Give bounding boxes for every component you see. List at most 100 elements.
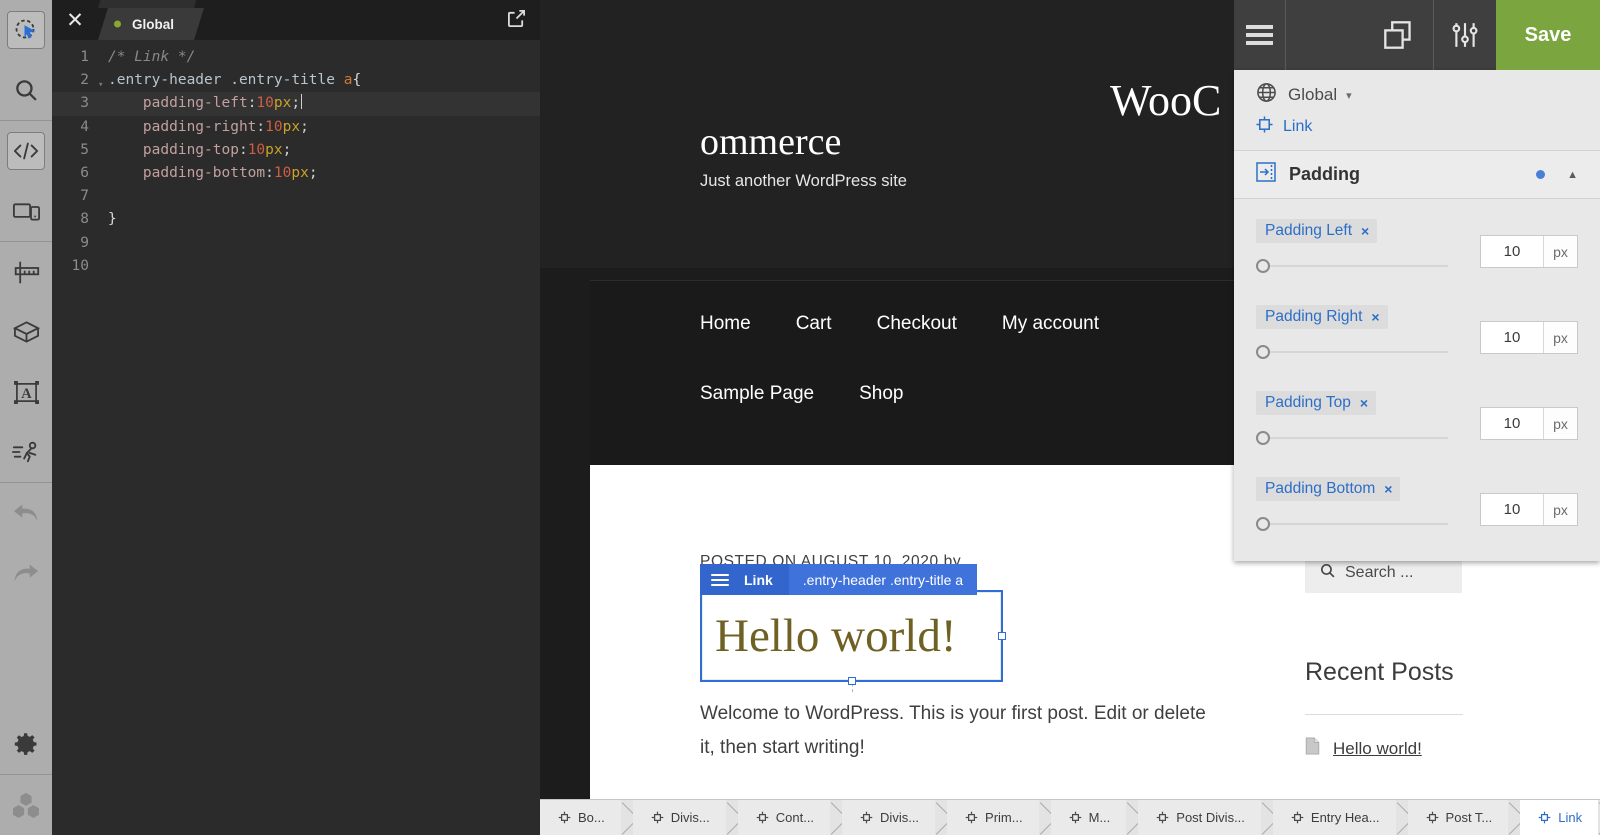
responsive-tool[interactable] <box>0 181 52 241</box>
breadcrumb-item[interactable]: Prim... <box>947 800 1039 835</box>
slider[interactable] <box>1256 517 1448 531</box>
module-selection-toolbar[interactable]: Link .entry-header .entry-title a <box>700 564 977 595</box>
code-line[interactable]: 3 padding-left:10px; <box>52 92 540 115</box>
slider-track[interactable] <box>1256 265 1448 267</box>
slider-track[interactable] <box>1256 437 1448 439</box>
breadcrumb[interactable]: Bo... Divis... Cont... Divis... Prim... M... P… <box>540 799 1600 835</box>
scope-selector[interactable]: Global ▾ <box>1234 70 1600 114</box>
breadcrumb-item[interactable]: Bo... <box>540 800 621 835</box>
hamburger-icon[interactable] <box>700 564 740 595</box>
settings-body: Global ▾ Link <box>1234 70 1600 561</box>
code-editor-content[interactable]: 1/* Link */2▾.entry-header .entry-title … <box>52 40 540 835</box>
remove-property-icon[interactable]: × <box>1384 481 1392 497</box>
slider-knob[interactable] <box>1256 259 1270 273</box>
remove-property-icon[interactable]: × <box>1360 395 1368 411</box>
nav-item-my-account[interactable]: My account <box>1002 313 1099 335</box>
code-line[interactable]: 7 <box>52 185 540 208</box>
code-line[interactable]: 1/* Link */ <box>52 46 540 69</box>
modules-tool[interactable] <box>0 775 52 835</box>
code-line[interactable]: 6 padding-bottom:10px; <box>52 162 540 185</box>
settings-toolbar[interactable]: Save <box>1234 0 1600 70</box>
settings-tool[interactable] <box>0 714 52 774</box>
code-tab-global[interactable]: Global <box>98 8 204 40</box>
code-tool[interactable] <box>0 121 52 181</box>
code-fold-marker[interactable]: ▾ <box>98 69 108 92</box>
slider-knob[interactable] <box>1256 345 1270 359</box>
chevron-down-icon[interactable]: ▾ <box>1346 89 1352 102</box>
code-line[interactable]: 2▾.entry-header .entry-title a{ <box>52 69 540 92</box>
breadcrumb-item[interactable]: Divis... <box>842 800 935 835</box>
module-settings-panel[interactable]: Save Global ▾ <box>1210 0 1600 561</box>
ruler-tool[interactable] <box>0 242 52 302</box>
nav-item-shop[interactable]: Shop <box>859 383 903 405</box>
slider[interactable] <box>1256 345 1448 359</box>
code-line[interactable]: 4 padding-right:10px; <box>52 116 540 139</box>
code-line[interactable]: 9 <box>52 232 540 255</box>
slider[interactable] <box>1256 259 1448 273</box>
remove-property-icon[interactable]: × <box>1361 223 1369 239</box>
animation-tool[interactable] <box>0 422 52 482</box>
slider-knob[interactable] <box>1256 517 1270 531</box>
css-code-editor[interactable]: ✕ SingleGlobal 1/* Link */2▾.entry-heade… <box>52 0 540 835</box>
close-icon[interactable]: ✕ <box>52 0 98 40</box>
breadcrumb-label: Link <box>1558 810 1582 825</box>
undo-tool[interactable] <box>0 483 52 543</box>
value-input[interactable]: 10 <box>1481 408 1543 439</box>
nav-item-checkout[interactable]: Checkout <box>877 313 957 335</box>
code-line[interactable]: 10 <box>52 255 540 278</box>
unit-selector[interactable]: px <box>1543 408 1577 439</box>
slider[interactable] <box>1256 431 1448 445</box>
breadcrumb-label: Bo... <box>578 810 605 825</box>
list-item[interactable]: Hello world! <box>1305 737 1422 760</box>
typography-tool[interactable]: A <box>0 362 52 422</box>
code-tab-single[interactable]: Single <box>98 0 204 8</box>
module-name-row[interactable]: Link <box>1234 114 1600 150</box>
save-button[interactable]: Save <box>1496 0 1600 70</box>
modified-indicator-dot <box>1536 170 1545 179</box>
breadcrumb-item[interactable]: Divis... <box>633 800 726 835</box>
wireframe-tool[interactable] <box>0 302 52 362</box>
value-input[interactable]: 10 <box>1481 494 1543 525</box>
unit-selector[interactable]: px <box>1543 322 1577 353</box>
code-tab-label: Global <box>132 17 174 32</box>
nav-item-home[interactable]: Home <box>700 313 751 335</box>
breadcrumb-item[interactable]: Entry Hea... <box>1273 800 1396 835</box>
slider-track[interactable] <box>1256 351 1448 353</box>
line-number: 2 <box>52 69 98 92</box>
code-editor-tabs[interactable]: SingleGlobal <box>98 0 200 40</box>
value-input[interactable]: 10 <box>1481 322 1543 353</box>
select-tool[interactable] <box>0 0 52 60</box>
unit-selector[interactable]: px <box>1543 494 1577 525</box>
breadcrumb-item[interactable]: Post Divis... <box>1138 800 1261 835</box>
gear-icon <box>12 730 40 758</box>
redo-tool[interactable] <box>0 543 52 603</box>
unit-selector[interactable]: px <box>1543 236 1577 267</box>
slider-knob[interactable] <box>1256 431 1270 445</box>
line-number: 10 <box>52 255 98 278</box>
breadcrumb-item[interactable]: Cont... <box>738 800 830 835</box>
breadcrumb-item[interactable]: Post T... <box>1408 800 1509 835</box>
external-link-icon[interactable] <box>507 9 526 33</box>
search-tool[interactable] <box>0 60 52 120</box>
nav-item-cart[interactable]: Cart <box>796 313 832 335</box>
duplicate-layers-icon[interactable] <box>1362 0 1434 70</box>
tool-rail[interactable]: A <box>0 0 52 835</box>
code-line[interactable]: 5 padding-top:10px; <box>52 139 540 162</box>
hamburger-icon[interactable] <box>1234 0 1286 70</box>
code-fold-marker <box>98 92 108 115</box>
padding-section-header[interactable]: Padding ▲ <box>1234 150 1600 199</box>
breadcrumb-item[interactable]: M... <box>1051 800 1127 835</box>
module-target-icon <box>965 811 978 824</box>
nav-item-sample-page[interactable]: Sample Page <box>700 383 814 405</box>
collapse-section-caret[interactable]: ▲ <box>1567 169 1578 181</box>
code-line[interactable]: 8} <box>52 208 540 231</box>
code-editor-tabbar[interactable]: ✕ SingleGlobal <box>52 0 540 40</box>
post-title-module[interactable]: Hello world! <box>700 590 1003 682</box>
value-input[interactable]: 10 <box>1481 236 1543 267</box>
sliders-settings-icon[interactable] <box>1434 0 1496 70</box>
control-label-text: Padding Bottom <box>1265 480 1375 498</box>
breadcrumb-item[interactable]: Link <box>1520 800 1598 835</box>
remove-property-icon[interactable]: × <box>1371 309 1379 325</box>
globe-icon <box>1256 82 1277 108</box>
slider-track[interactable] <box>1256 523 1448 525</box>
